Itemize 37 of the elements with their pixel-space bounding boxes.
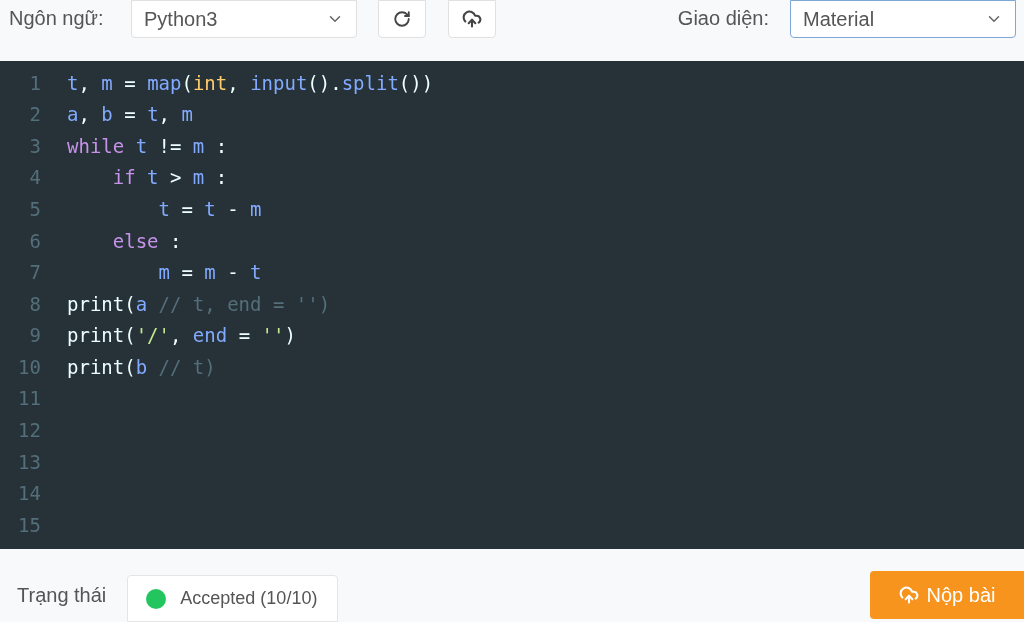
code-line: print('/', end = '') bbox=[67, 323, 296, 349]
language-label: Ngôn ngữ: bbox=[9, 6, 105, 31]
code-line: m = m - t bbox=[157, 260, 262, 286]
status-label: Trạng thái bbox=[17, 583, 107, 608]
code-line: else : bbox=[111, 228, 182, 254]
theme-select[interactable]: Material bbox=[790, 0, 1016, 38]
cloud-upload-icon bbox=[462, 9, 482, 29]
code-line: if t > m : bbox=[111, 165, 228, 191]
line-number: 3 bbox=[28, 133, 41, 159]
line-number: 9 bbox=[28, 323, 41, 349]
line-number: 4 bbox=[28, 165, 41, 191]
line-number: 11 bbox=[17, 386, 41, 412]
cloud-upload-icon bbox=[898, 585, 919, 605]
upload-button[interactable] bbox=[448, 0, 496, 38]
code-line: t = t - m bbox=[157, 196, 262, 222]
code-editor[interactable]: 1 t, m = map(int, input().split()) 2 a, b = t, m 3 while t != m : 4 if t > m : 5 t = t - m 6 else : 7 m = m - t 8 print(a // t, end = '') 9 print('/', end = '') 10 print(b // t) 11 12 13 14 15 bbox=[0, 61, 1024, 549]
code-line: t, m = map(int, input().split()) bbox=[67, 70, 434, 96]
code-line: a, b = t, m bbox=[67, 102, 193, 128]
line-number: 12 bbox=[17, 418, 41, 444]
code-line: print(b // t) bbox=[67, 354, 216, 380]
refresh-icon bbox=[393, 10, 411, 28]
line-number: 10 bbox=[17, 354, 41, 380]
theme-label: Giao diện: bbox=[677, 6, 769, 31]
line-number: 7 bbox=[28, 260, 41, 286]
line-number: 2 bbox=[28, 102, 41, 128]
line-number: 13 bbox=[17, 449, 41, 475]
code-line: while t != m : bbox=[67, 133, 228, 159]
language-select[interactable]: Python3 bbox=[131, 0, 357, 38]
refresh-button[interactable] bbox=[378, 0, 426, 38]
line-number: 6 bbox=[28, 228, 41, 254]
code-line: print(a // t, end = '') bbox=[67, 291, 331, 317]
line-number: 1 bbox=[28, 70, 41, 96]
line-number: 15 bbox=[17, 512, 41, 538]
line-number: 14 bbox=[17, 481, 41, 507]
line-number: 5 bbox=[28, 196, 41, 222]
status-text: Accepted (10/10) bbox=[180, 587, 318, 610]
line-number: 8 bbox=[28, 291, 41, 317]
